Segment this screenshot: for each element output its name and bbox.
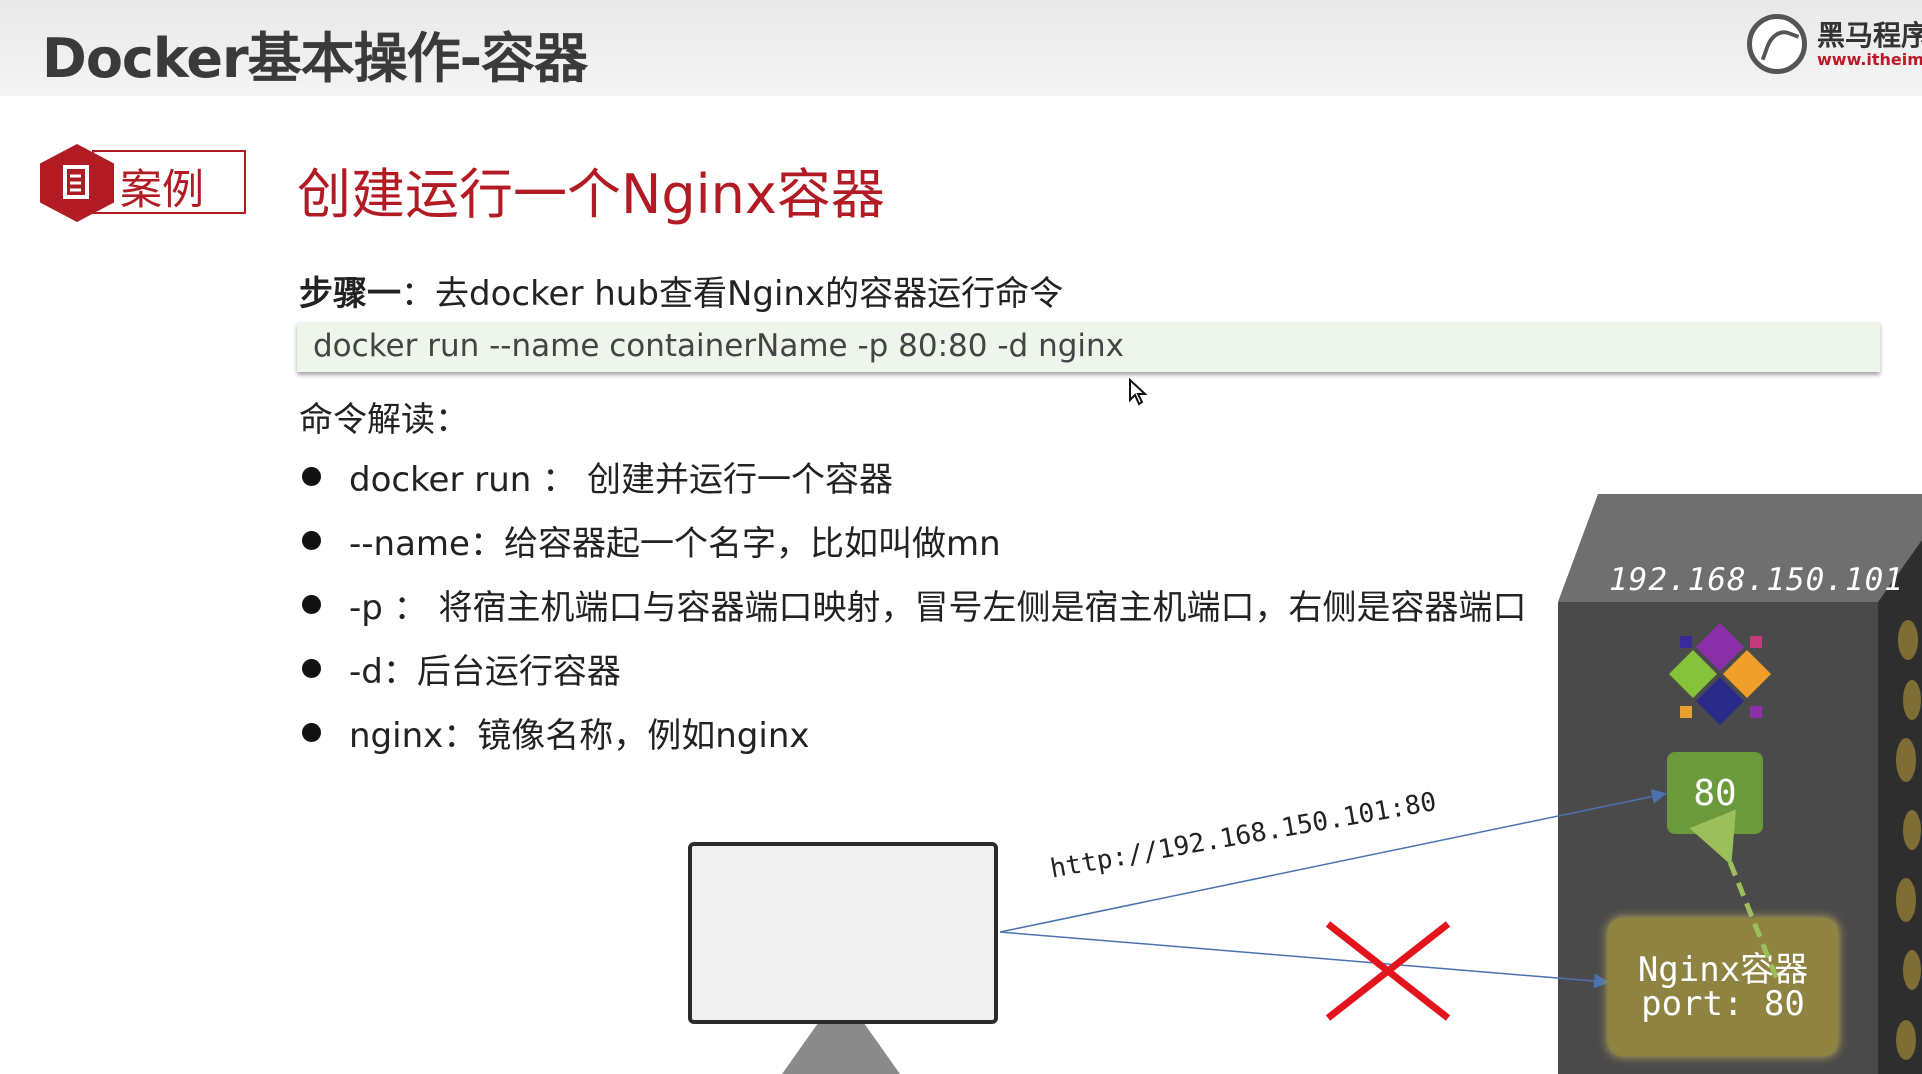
step-text: 去docker hub查看Nginx的容器运行命令: [435, 274, 1064, 314]
bullet-icon: [302, 531, 321, 550]
horse-logo-icon: [1747, 14, 1807, 74]
container-port: port: 80: [1641, 984, 1805, 1024]
mouse-cursor-icon: [1129, 378, 1148, 406]
case-badge: 案例: [40, 144, 250, 222]
brand-logo: 黑马程序 www.itheima.: [1745, 12, 1922, 76]
command-text: docker run --name containerName -p 80:80…: [313, 328, 1124, 364]
bullet-icon: [302, 723, 321, 742]
client-monitor: [688, 842, 998, 1024]
command-box: docker run --name containerName -p 80:80…: [297, 322, 1880, 372]
case-badge-label: 案例: [120, 165, 205, 214]
logo-text: 黑马程序: [1817, 19, 1922, 52]
step-one: 步骤一：去docker hub查看Nginx的容器运行命令: [299, 266, 1063, 315]
page-title: Docker基本操作-容器: [42, 27, 588, 90]
slide-title: 创建运行一个Nginx容器: [297, 163, 885, 226]
cross-icon: [1325, 921, 1451, 1021]
logo-url: www.itheima.: [1817, 50, 1922, 69]
docker-logo-icon: [1668, 622, 1772, 726]
server-ip: 192.168.150.101: [1609, 562, 1904, 598]
host-port-box: 80: [1667, 752, 1763, 834]
arrow-to-container: [999, 931, 1609, 989]
step-separator: ：: [401, 274, 435, 314]
explain-heading: 命令解读：: [299, 400, 469, 440]
nginx-container: Nginx容器 port: 80: [1608, 918, 1838, 1056]
monitor-stand: [782, 1024, 900, 1074]
bullet-icon: [302, 659, 321, 678]
bullet-icon: [302, 467, 321, 486]
step-label: 步骤一: [299, 274, 401, 314]
url-label: http://192.168.150.101:80: [1048, 787, 1439, 885]
bullet-icon: [302, 595, 321, 614]
